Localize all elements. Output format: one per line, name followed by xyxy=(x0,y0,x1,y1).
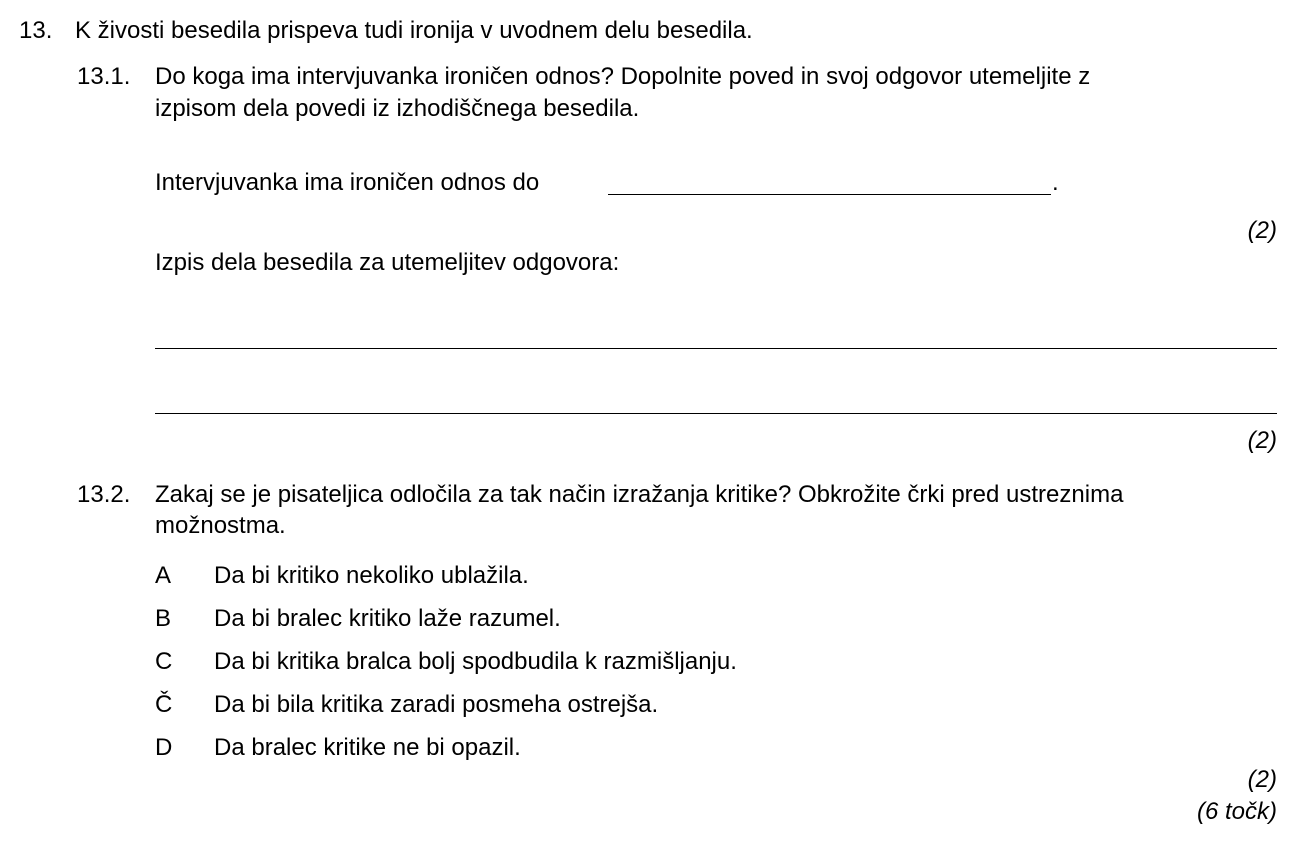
fill-in-prefix: Intervjuvanka ima ironičen odnos do xyxy=(155,169,540,196)
citation-answer-line-1[interactable] xyxy=(155,348,1277,349)
points-label: (2) xyxy=(1247,766,1277,793)
subquestion-text-line-2: možnostma. xyxy=(155,512,286,539)
fill-in-suffix: . xyxy=(1052,169,1059,196)
question-number: 13. xyxy=(19,17,53,44)
subquestion-number-13-2: 13.2. xyxy=(77,481,131,508)
option-text: Da bralec kritike ne bi opazil. xyxy=(214,734,521,761)
option-text: Da bi kritika bralca bolj spodbudila k r… xyxy=(214,648,737,675)
citation-label: Izpis dela besedila za utemeljitev odgov… xyxy=(155,249,620,276)
option-letter[interactable]: A xyxy=(155,561,171,591)
option-letter[interactable]: Č xyxy=(155,690,172,720)
subquestion-text-line-1: Zakaj se je pisateljica odločila za tak … xyxy=(155,481,1124,508)
option-text: Da bi kritiko nekoliko ublažila. xyxy=(214,562,529,589)
option-letter[interactable]: D xyxy=(155,733,172,763)
total-points-label: (6 točk) xyxy=(1196,798,1277,825)
subquestion-number-13-1: 13.1. xyxy=(77,63,131,90)
subquestion-text-line-2: izpisom dela povedi iz izhodiščnega bese… xyxy=(155,95,640,122)
option-text: Da bi bila kritika zaradi posmeha ostrej… xyxy=(214,691,659,718)
subquestion-text-line-1: Do koga ima intervjuvanka ironičen odnos… xyxy=(155,63,1091,90)
option-text: Da bi bralec kritiko laže razumel. xyxy=(214,605,561,632)
fill-in-answer-line[interactable] xyxy=(608,194,1051,195)
points-label: (2) xyxy=(1247,217,1277,244)
option-letter[interactable]: C xyxy=(155,647,172,677)
citation-answer-line-2[interactable] xyxy=(155,413,1277,414)
option-letter[interactable]: B xyxy=(155,604,171,634)
points-label: (2) xyxy=(1247,427,1277,454)
question-text: K živosti besedila prispeva tudi ironija… xyxy=(75,17,753,44)
